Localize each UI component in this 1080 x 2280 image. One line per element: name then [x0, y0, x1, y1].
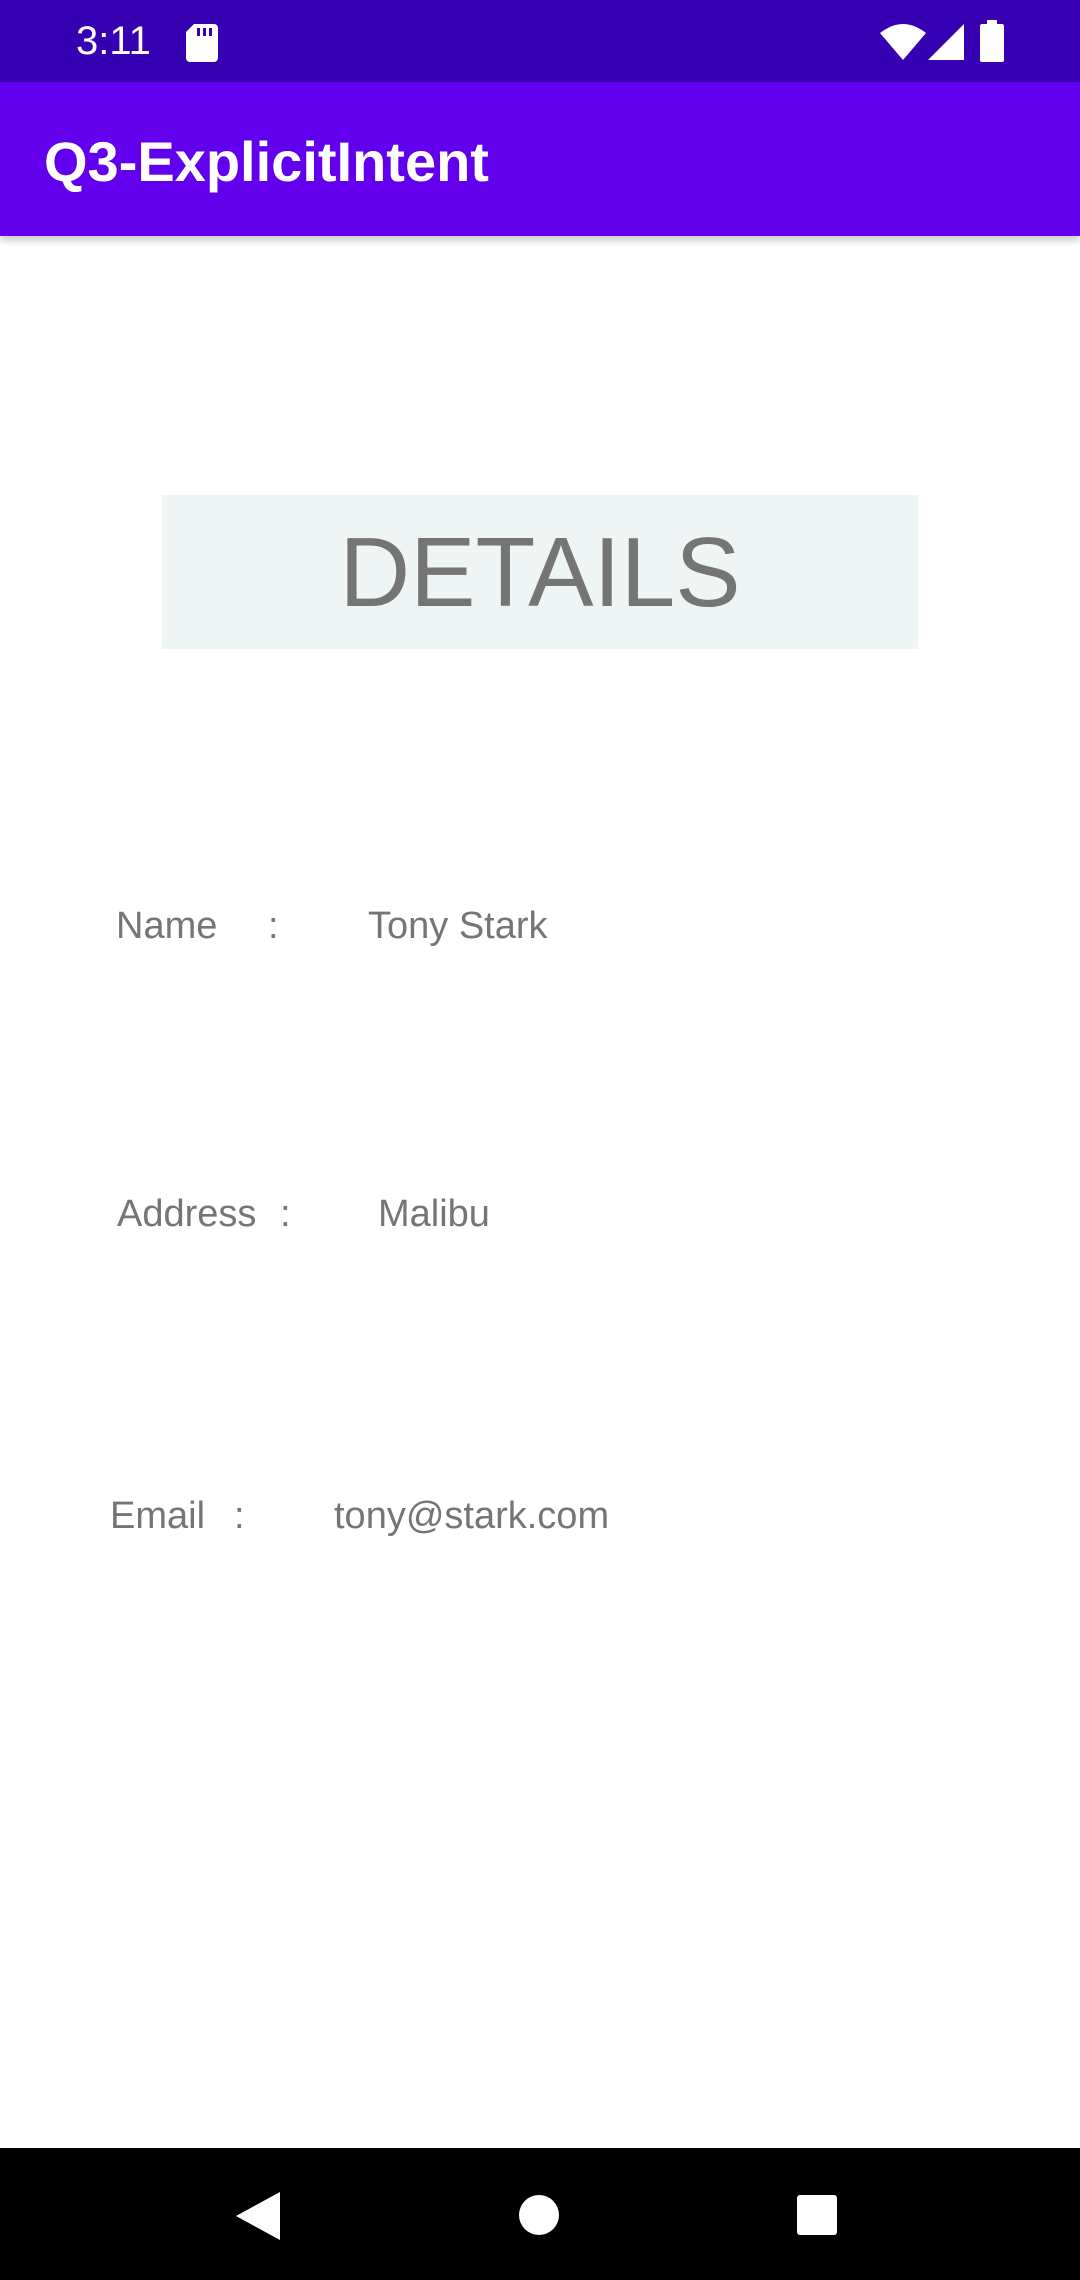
address-value: Malibu [378, 1193, 490, 1235]
address-label: Address [117, 1193, 257, 1235]
details-heading: DETAILS [339, 517, 741, 627]
signal-icon [928, 24, 964, 60]
email-separator: : [234, 1495, 245, 1537]
address-separator: : [280, 1193, 291, 1235]
name-separator: : [268, 905, 279, 947]
details-header: DETAILS [162, 495, 918, 649]
email-value: tony@stark.com [334, 1495, 610, 1537]
app-title: Q3-ExplicitIntent [44, 130, 489, 193]
home-icon[interactable] [518, 2194, 560, 2236]
wifi-icon [880, 24, 926, 60]
status-time: 3:11 [76, 19, 151, 63]
email-label: Email [110, 1495, 206, 1537]
name-value: Tony Stark [368, 905, 548, 947]
navigation-bar [0, 2148, 1080, 2280]
recents-icon[interactable] [796, 2194, 838, 2236]
name-label: Name [116, 905, 218, 947]
app-bar: Q3-ExplicitIntent [0, 82, 1080, 236]
status-bar: 3:11 [0, 0, 1080, 82]
sd-card-icon [186, 24, 218, 62]
back-icon[interactable] [236, 2192, 280, 2240]
battery-icon [980, 20, 1004, 62]
